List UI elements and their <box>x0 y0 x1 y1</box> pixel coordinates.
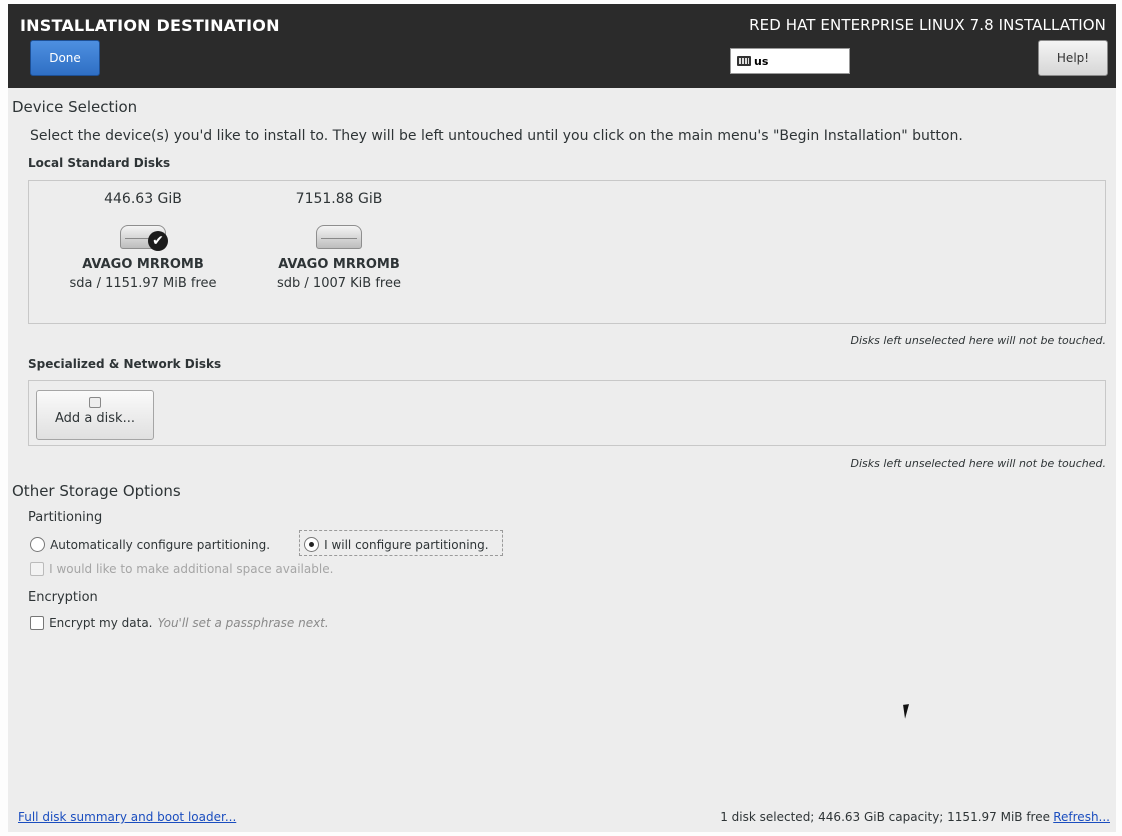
local-disks-panel: 446.63 GiB ✔ AVAGO MRROMB sda / 1151.97 … <box>28 180 1106 324</box>
selection-status: 1 disk selected; 446.63 GiB capacity; 11… <box>720 810 1050 824</box>
checkmark-icon: ✔ <box>148 231 168 251</box>
add-disk-label: Add a disk... <box>55 411 135 426</box>
specialized-disks-heading: Specialized & Network Disks <box>28 357 222 371</box>
disk-sda[interactable]: 446.63 GiB ✔ AVAGO MRROMB sda / 1151.97 … <box>53 191 233 291</box>
manual-partitioning-radio[interactable]: I will configure partitioning. <box>304 534 489 553</box>
device-selection-description: Select the device(s) you'd like to insta… <box>30 128 963 144</box>
encrypt-data-label: Encrypt my data. <box>49 616 153 630</box>
disk-icon <box>89 397 101 408</box>
hard-disk-icon <box>316 221 362 249</box>
additional-space-label: I would like to make additional space av… <box>49 562 334 576</box>
specialized-disks-panel <box>28 380 1106 446</box>
keyboard-layout-indicator[interactable]: us <box>730 48 850 74</box>
help-button[interactable]: Help! <box>1038 40 1108 76</box>
disk-shape <box>316 225 362 249</box>
checkbox-disabled[interactable] <box>30 561 44 576</box>
keyboard-layout-label: us <box>754 54 769 68</box>
keyboard-icon <box>737 56 751 66</box>
full-disk-summary-link[interactable]: Full disk summary and boot loader... <box>18 810 236 824</box>
encrypt-data-checkbox[interactable]: Encrypt my data. You'll set a passphrase… <box>30 612 329 631</box>
refresh-link[interactable]: Refresh... <box>1053 810 1110 824</box>
local-disks-heading: Local Standard Disks <box>28 156 171 170</box>
partitioning-heading: Partitioning <box>28 510 103 525</box>
disk-detail: sda / 1151.97 MiB free <box>69 276 217 291</box>
device-selection-heading: Device Selection <box>12 98 138 116</box>
disk-name: AVAGO MRROMB <box>82 257 204 272</box>
mouse-pointer-icon <box>903 703 917 719</box>
auto-partitioning-label: Automatically configure partitioning. <box>50 538 271 552</box>
hard-disk-icon: ✔ <box>120 221 168 251</box>
auto-partitioning-radio[interactable]: Automatically configure partitioning. <box>30 534 270 553</box>
radio-button-selected[interactable] <box>304 537 319 552</box>
disk-size: 446.63 GiB <box>104 191 182 207</box>
header-bar: INSTALLATION DESTINATION Done RED HAT EN… <box>8 4 1116 88</box>
disk-sdb[interactable]: 7151.88 GiB AVAGO MRROMB sdb / 1007 KiB … <box>249 191 429 291</box>
product-title: RED HAT ENTERPRISE LINUX 7.8 INSTALLATIO… <box>749 16 1106 34</box>
checkbox[interactable] <box>30 615 44 630</box>
disk-size: 7151.88 GiB <box>295 191 383 207</box>
page-title: INSTALLATION DESTINATION <box>20 16 280 35</box>
manual-partitioning-label: I will configure partitioning. <box>324 538 489 552</box>
additional-space-checkbox[interactable]: I would like to make additional space av… <box>30 558 333 577</box>
disk-name: AVAGO MRROMB <box>278 257 400 272</box>
specialized-disks-note: Disks left unselected here will not be t… <box>850 457 1106 470</box>
other-storage-heading: Other Storage Options <box>12 482 181 500</box>
add-disk-button[interactable]: Add a disk... <box>36 390 154 440</box>
done-button[interactable]: Done <box>30 40 100 76</box>
disk-detail: sdb / 1007 KiB free <box>277 276 401 291</box>
encrypt-hint: You'll set a passphrase next. <box>157 616 329 630</box>
installer-window: INSTALLATION DESTINATION Done RED HAT EN… <box>8 4 1116 832</box>
radio-button[interactable] <box>30 537 45 552</box>
local-disks-note: Disks left unselected here will not be t… <box>850 334 1106 347</box>
encryption-heading: Encryption <box>28 590 98 605</box>
